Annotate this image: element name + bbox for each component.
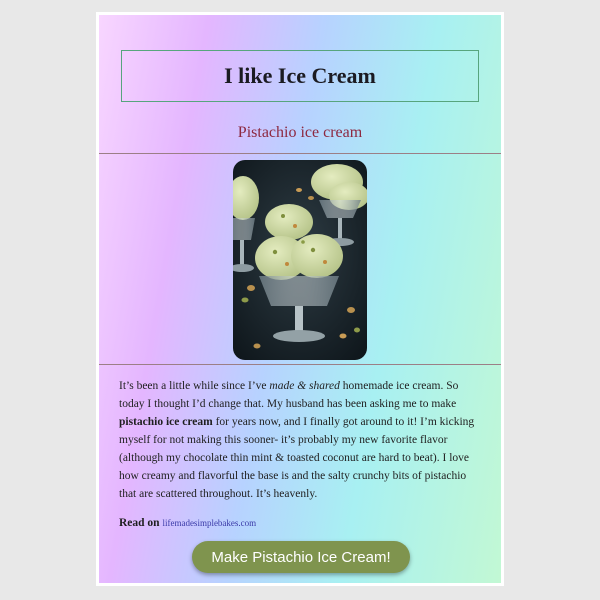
page-title: I like Ice Cream xyxy=(224,63,376,88)
read-on-line: Read on lifemadesimplebakes.com xyxy=(119,517,256,529)
divider-bottom xyxy=(99,364,501,365)
description-part-1: It’s been a little while since I’ve xyxy=(119,380,270,392)
recipe-description: It’s been a little while since I’ve made… xyxy=(119,377,479,503)
description-emphasis: made & shared xyxy=(269,380,340,392)
page-card: I like Ice Cream Pistachio ice cream It’… xyxy=(96,12,504,586)
title-box: I like Ice Cream xyxy=(121,50,479,102)
read-on-label: Read on xyxy=(119,517,160,529)
recipe-subtitle: Pistachio ice cream xyxy=(237,124,363,141)
divider-top xyxy=(99,153,501,154)
ice-cream-photo xyxy=(233,160,367,360)
gradient-panel: I like Ice Cream Pistachio ice cream It’… xyxy=(99,15,501,583)
make-pistachio-button[interactable]: Make Pistachio Ice Cream! xyxy=(192,541,410,573)
ice-cream-image xyxy=(233,160,367,360)
description-part-3: for years now, and I finally got around … xyxy=(119,416,475,500)
description-strong: pistachio ice cream xyxy=(119,416,213,428)
source-link[interactable]: lifemadesimplebakes.com xyxy=(162,518,256,528)
